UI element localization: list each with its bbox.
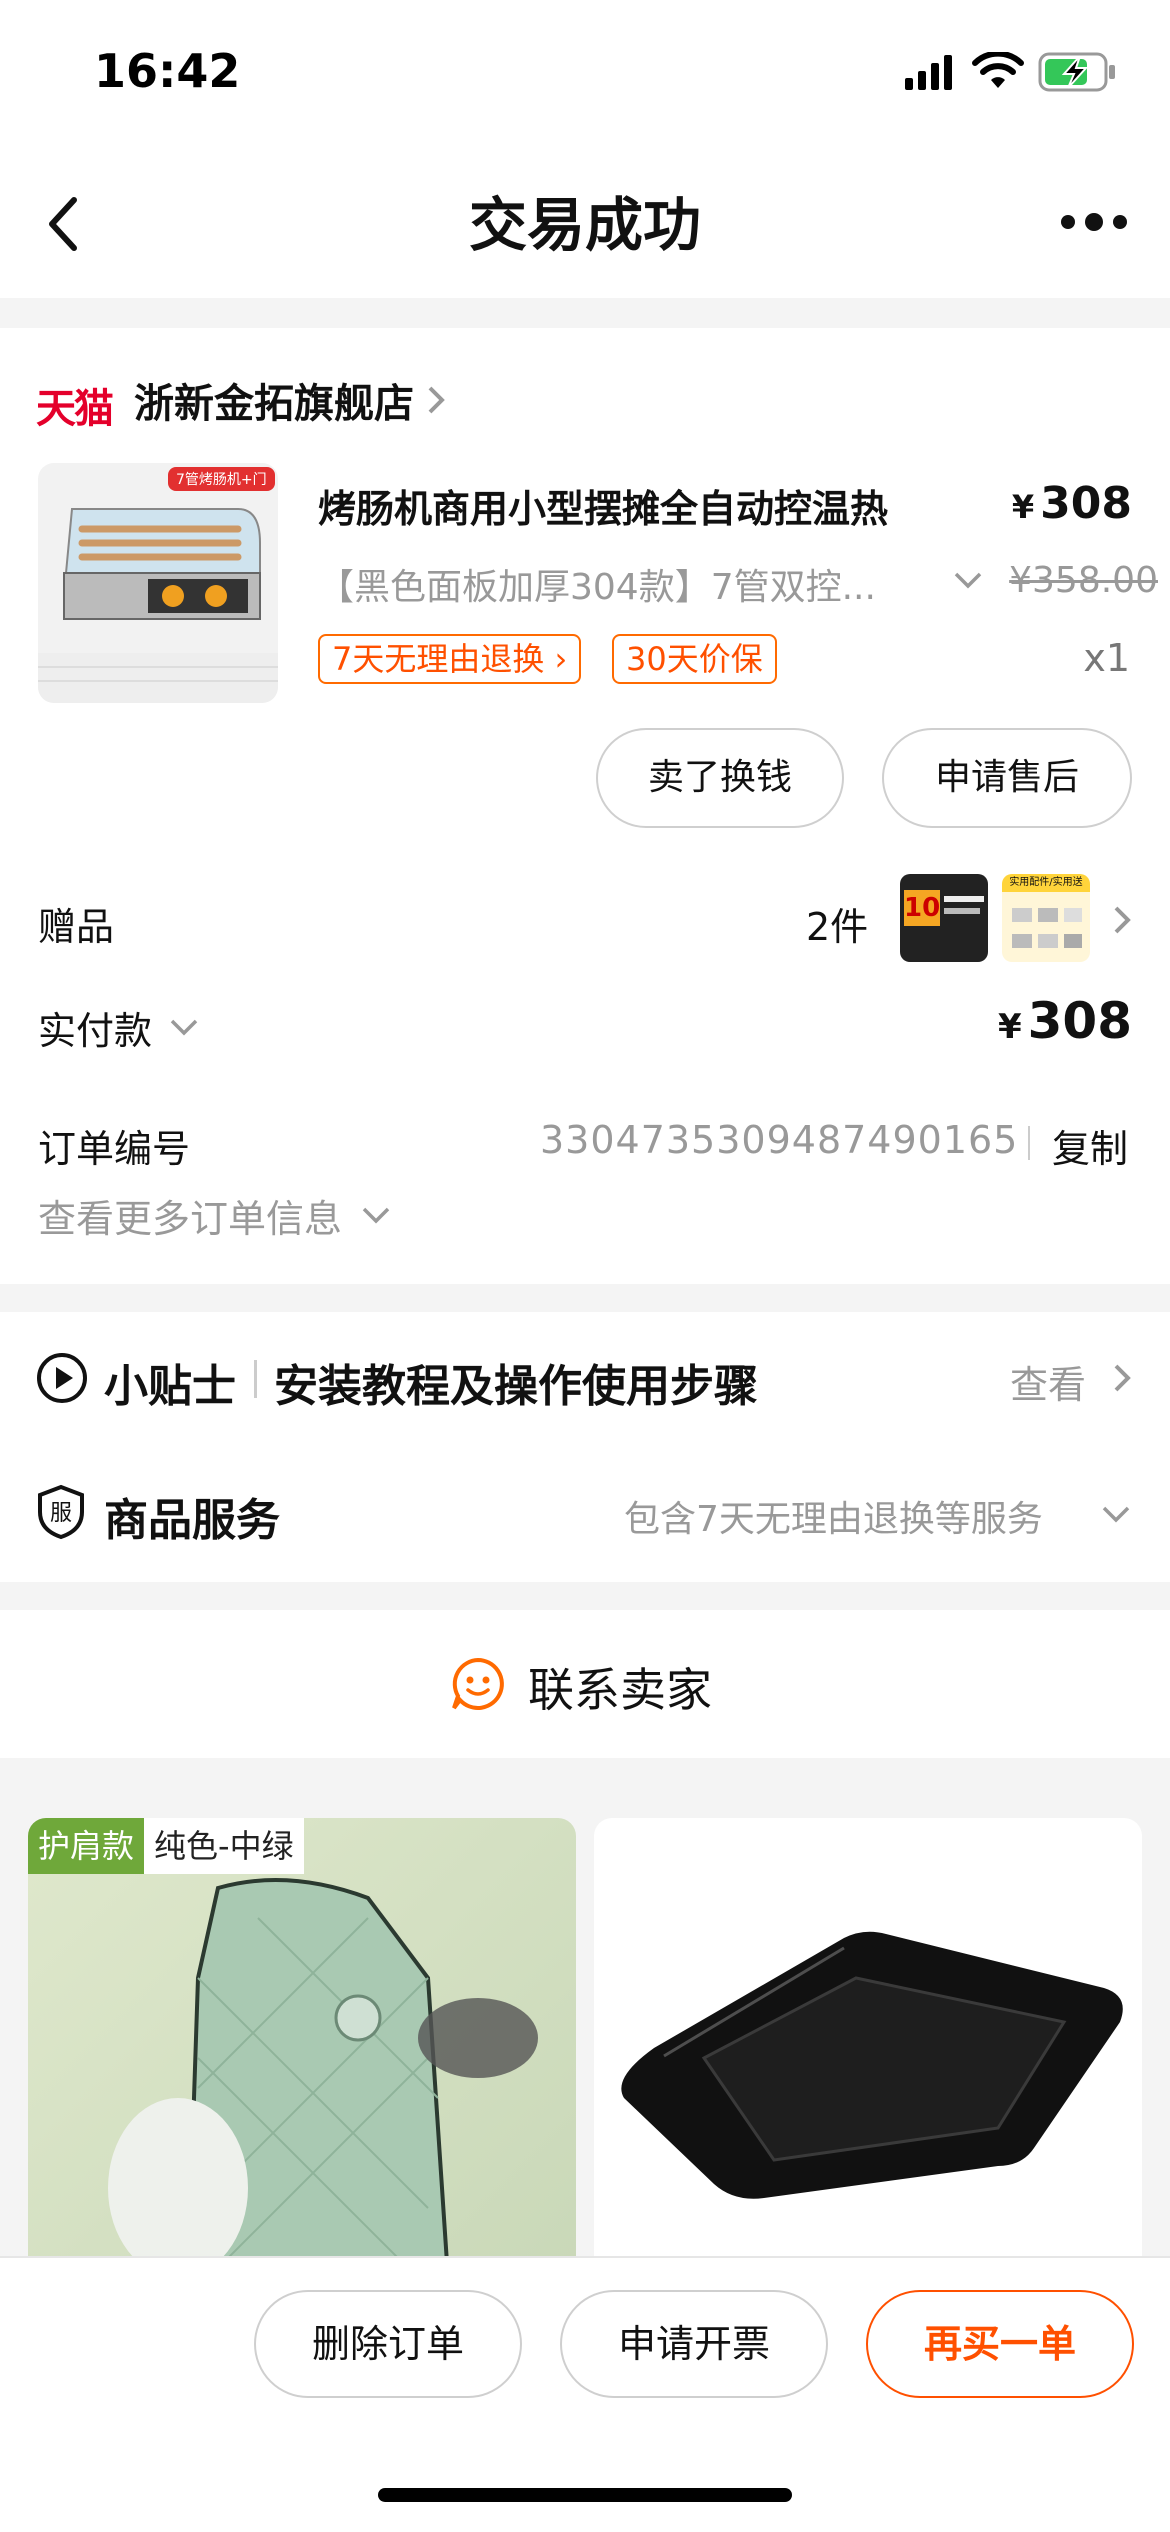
baking-tray-image [621, 1931, 1123, 2199]
return-policy-tag[interactable]: 7天无理由退换 › [318, 634, 582, 684]
copy-button[interactable]: 复制 [1052, 1118, 1128, 1173]
tips-service-card: 小贴士 安装教程及操作使用步骤 查看 服 商品服务 包含7天无理由退换等服务 [0, 1312, 1170, 1582]
product-spec[interactable]: 【黑色面板加厚304款】7管双控... [318, 558, 938, 610]
delete-order-button[interactable]: 删除订单 [254, 2290, 522, 2398]
service-title: 商品服务 [104, 1495, 280, 1546]
order-card: 天猫 浙新金拓旗舰店 7管烤肠机+门 烤肠机商用小型摆摊全自动控温热 ¥308 … [0, 328, 1170, 1284]
more-icon[interactable] [1060, 212, 1128, 232]
service-icon-char: 服 [50, 1501, 72, 1526]
chevron-down-icon [170, 1019, 198, 1035]
shop-name: 浙新金拓旗舰店 [134, 381, 414, 427]
chevron-down-icon [362, 1207, 390, 1223]
status-time: 16:42 [94, 44, 241, 98]
invoice-button[interactable]: 申请开票 [560, 2290, 828, 2398]
price-value: 308 [1040, 478, 1132, 529]
tmall-logo: 天猫 [36, 386, 114, 432]
chevron-down-icon [1102, 1506, 1130, 1523]
gift-thumb-1[interactable]: 10 [900, 874, 988, 962]
home-indicator[interactable] [378, 2488, 792, 2502]
after-sale-button[interactable]: 申请售后 [882, 728, 1132, 828]
service-row[interactable]: 服 商品服务 包含7天无理由退换等服务 [0, 1446, 1170, 1582]
payment-label: 实付款 [38, 1009, 153, 1053]
more-order-info[interactable]: 查看更多订单信息 [38, 1188, 396, 1243]
chevron-right-icon [1114, 1364, 1131, 1392]
shop-link[interactable]: 浙新金拓旗舰店 [134, 370, 450, 430]
tips-row[interactable]: 小贴士 安装教程及操作使用步骤 查看 [0, 1312, 1170, 1446]
quantity: x1 [1083, 636, 1130, 680]
gift-label: 赠品 [38, 905, 115, 949]
order-number-label: 订单编号 [38, 1127, 191, 1171]
nav-bar: 交易成功 [0, 150, 1170, 298]
contact-seller-label: 联系卖家 [528, 1663, 712, 1717]
divider [1028, 1126, 1030, 1160]
chevron-down-icon [954, 572, 982, 589]
payment-amount: ¥308 [998, 992, 1132, 1050]
price-symbol: ¥ [1011, 488, 1035, 526]
payment-value: 308 [1027, 992, 1132, 1050]
order-detail-page: 16:42 交易成功 天猫 浙新金拓旗舰店 7管烤肠机+门 烤肠机商用小型摆摊全… [0, 0, 1170, 2532]
recommend-card-2[interactable] [594, 1818, 1142, 2278]
gift-thumb-2[interactable]: 实用配件/实用送 [1002, 874, 1090, 962]
payment-symbol: ¥ [997, 1007, 1022, 1047]
recommend-card-1[interactable]: 护肩款 纯色-中绿 [28, 1818, 576, 2278]
more-order-info-label: 查看更多订单信息 [38, 1197, 343, 1241]
sell-button[interactable]: 卖了换钱 [596, 728, 844, 828]
payment-label-toggle[interactable]: 实付款 [38, 1000, 204, 1055]
wifi-icon [972, 52, 1024, 88]
tips-view[interactable]: 查看 [1010, 1354, 1086, 1409]
contact-seller-card[interactable]: 联系卖家 [0, 1610, 1170, 1758]
chevron-right-icon [1114, 906, 1131, 934]
recommendations: 护肩款 纯色-中绿 [0, 1788, 1170, 2278]
play-circle-icon [37, 1353, 87, 1403]
seller-chat-icon [452, 1657, 504, 1710]
product-price: ¥308 [1012, 478, 1132, 529]
gift-count[interactable]: 2件 [806, 896, 868, 951]
original-price: ¥358.00 [1009, 560, 1158, 601]
service-desc: 包含7天无理由退换等服务 [624, 1499, 1043, 1540]
gift-thumb-1-badge: 10 [904, 890, 940, 926]
signal-icon [905, 55, 952, 90]
status-bar: 16:42 [0, 0, 1170, 150]
divider [254, 1360, 257, 1398]
sausage-grill-image [38, 508, 278, 703]
gift-thumb-2-caption: 实用配件/实用送 [1002, 874, 1090, 892]
product-title[interactable]: 烤肠机商用小型摆摊全自动控温热 [318, 478, 978, 533]
battery-charging-icon [1038, 52, 1115, 92]
chevron-right-icon [428, 386, 445, 414]
scooter-cover-image [108, 1878, 538, 2278]
shield-service-icon: 服 [38, 1484, 84, 1540]
order-number: 3304735309487490165 [540, 1118, 1019, 1162]
price-protect-tag: 30天价保 [612, 634, 777, 684]
tips-desc: 安装教程及操作使用步骤 [274, 1361, 758, 1412]
tips-title: 小贴士 [104, 1361, 236, 1412]
product-thumbnail[interactable]: 7管烤肠机+门 [38, 463, 278, 703]
page-title: 交易成功 [468, 191, 701, 259]
rebuy-button[interactable]: 再买一单 [866, 2290, 1134, 2398]
